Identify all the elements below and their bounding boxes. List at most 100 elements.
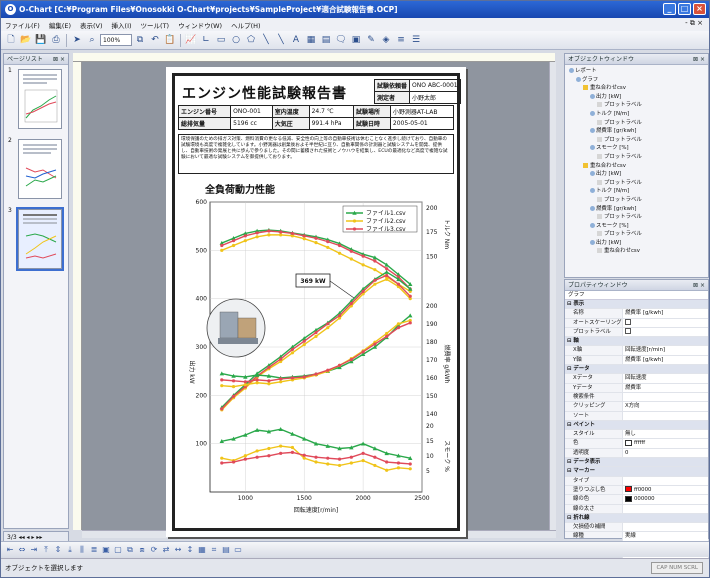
image-tool-icon[interactable]: ▦ <box>304 33 318 47</box>
menu-window[interactable]: ウィンドウ(W) <box>178 20 222 30</box>
report-page[interactable]: エンジン性能試験報告書 試験依頼番 ONO ABC-0001 測定者 小野太郎 エン… <box>166 67 466 537</box>
property-row[interactable]: スタイル 無し <box>565 430 708 440</box>
menu-help[interactable]: ヘルプ(H) <box>231 20 260 30</box>
group-icon[interactable]: ▣ <box>101 545 111 555</box>
line-color-icon[interactable]: ✎ <box>364 33 378 47</box>
tree-item[interactable]: レポート <box>567 67 708 76</box>
diagonal-line-icon[interactable]: ╲ <box>259 33 273 47</box>
property-value[interactable] <box>623 504 708 513</box>
property-category[interactable]: ⊟ 軸 <box>565 337 708 347</box>
zoom-icon[interactable]: ⌕ <box>85 33 99 47</box>
distribute-horizontal-icon[interactable]: ⫼ <box>77 545 87 555</box>
tree-item[interactable]: プロットラベル <box>567 230 708 239</box>
table-tool-icon[interactable]: ▤ <box>319 33 333 47</box>
property-category[interactable]: ⊟ 折れ線 <box>565 513 708 524</box>
maximize-button[interactable]: □ <box>678 3 691 15</box>
property-row[interactable]: X軸 回転速度[r/min] <box>565 346 708 356</box>
frame-icon[interactable]: ▭ <box>233 545 243 555</box>
flip-icon[interactable]: ⇄ <box>161 545 171 555</box>
property-value[interactable]: X方向 <box>623 402 708 411</box>
property-row[interactable]: 欠損値の補間 <box>565 523 708 533</box>
polygon-tool-icon[interactable]: ⬠ <box>244 33 258 47</box>
tree-item[interactable]: プロットラベル <box>567 213 708 222</box>
tree-item[interactable]: プロットラベル <box>567 101 708 110</box>
property-value[interactable] <box>623 476 708 485</box>
align-bottom-icon[interactable]: ⤓ <box>65 545 75 555</box>
undo-icon[interactable]: ↶ <box>148 33 162 47</box>
tree-item[interactable]: グラフ <box>567 76 708 85</box>
property-row[interactable]: Xデータ 回転速度 <box>565 374 708 384</box>
tree-item[interactable]: 燃費率 [gr/kwh] <box>567 205 708 214</box>
property-value[interactable]: 000000 <box>623 495 708 504</box>
tree-item[interactable]: トルク [N/m] <box>567 187 708 196</box>
property-value[interactable]: 燃費率 [g/kwh] <box>623 309 708 318</box>
paste-icon[interactable]: 📋 <box>163 33 177 47</box>
tree-item[interactable]: トルク [N/m] <box>567 110 708 119</box>
property-row[interactable]: Y軸 燃費率 [g/kwh] <box>565 355 708 366</box>
property-value[interactable] <box>623 318 708 327</box>
same-width-icon[interactable]: ↔ <box>173 545 183 555</box>
align-right-icon[interactable]: ⇥ <box>29 545 39 555</box>
tree-item[interactable]: プロットラベル <box>567 119 708 128</box>
distribute-vertical-icon[interactable]: ≣ <box>89 545 99 555</box>
property-row[interactable]: タイプ <box>565 476 708 486</box>
same-height-icon[interactable]: ↕ <box>185 545 195 555</box>
checkbox[interactable] <box>625 319 631 326</box>
vertical-scrollbar[interactable] <box>549 62 556 530</box>
fill-color-icon[interactable]: ◈ <box>379 33 393 47</box>
page-thumbnail[interactable] <box>18 139 62 199</box>
ungroup-icon[interactable]: ▢ <box>113 545 123 555</box>
align-center-icon[interactable]: ⇔ <box>17 545 27 555</box>
property-value[interactable]: 回転速度 <box>623 374 708 383</box>
copy-icon[interactable]: ⧉ <box>133 33 147 47</box>
property-value[interactable]: 0 <box>623 448 708 458</box>
property-row[interactable]: 透明度 0 <box>565 448 708 459</box>
zoom-select[interactable]: 100% <box>100 34 132 46</box>
property-value[interactable]: 燃費率 <box>623 383 708 392</box>
property-category[interactable]: ⊟ ペイント <box>565 420 708 431</box>
checkbox[interactable] <box>625 328 631 335</box>
tree-item[interactable]: プロットラベル <box>567 136 708 145</box>
text-tool-icon[interactable]: A <box>289 33 303 47</box>
table-icon[interactable]: ▤ <box>221 545 231 555</box>
ellipse-tool-icon[interactable]: ○ <box>229 33 243 47</box>
tree-item[interactable]: プロットラベル <box>567 153 708 162</box>
menu-edit[interactable]: 編集(E) <box>49 20 71 30</box>
mdi-window-controls[interactable]: - ⧉ × <box>685 19 703 28</box>
new-file-icon[interactable]: 🗋 <box>4 33 18 47</box>
align-middle-icon[interactable]: ⇕ <box>53 545 63 555</box>
rectangle-tool-icon[interactable]: ▭ <box>214 33 228 47</box>
menu-tools[interactable]: ツール(T) <box>141 20 170 30</box>
arrow-line-icon[interactable]: ╲ <box>274 33 288 47</box>
property-row[interactable]: プロットラベル <box>565 327 708 338</box>
tree-item[interactable]: 出力 [kW] <box>567 239 708 248</box>
nav-arrows-icon[interactable]: ◂◂ ◂ ▸ ▸▸ <box>19 534 43 541</box>
snap-icon[interactable]: ⌗ <box>209 545 219 555</box>
tree-item[interactable]: プロットラベル <box>567 179 708 188</box>
close-icon[interactable]: ⊠ × <box>693 280 705 291</box>
property-value[interactable]: 回転速度[r/min] <box>623 346 708 355</box>
tree-item[interactable]: プロットラベル <box>567 196 708 205</box>
property-value[interactable] <box>623 411 708 420</box>
property-value[interactable]: 無し <box>623 430 708 439</box>
align-left-icon[interactable]: ⇤ <box>5 545 15 555</box>
property-value[interactable] <box>623 523 708 532</box>
property-row[interactable]: ソート <box>565 411 708 421</box>
minimize-button[interactable]: _ <box>663 3 676 15</box>
tree-item[interactable]: スモーク [%] <box>567 144 708 153</box>
property-value[interactable]: ff0000 <box>623 485 708 495</box>
close-button[interactable]: × <box>693 3 706 15</box>
open-folder-icon[interactable]: 📂 <box>19 33 33 47</box>
property-row[interactable]: 線の太さ <box>565 504 708 514</box>
align-top-icon[interactable]: ⤒ <box>41 545 51 555</box>
tree-item[interactable]: 出力 [kW] <box>567 170 708 179</box>
line-width-icon[interactable]: ☰ <box>409 33 423 47</box>
tree-item[interactable]: 重ね合わせcsv <box>567 84 708 93</box>
property-category[interactable]: ⊟ マーカー <box>565 467 708 477</box>
tree-item[interactable]: 燃費率 [gr/kwh] <box>567 127 708 136</box>
property-row[interactable]: 塗りつぶし色 ff0000 <box>565 485 708 496</box>
menu-insert[interactable]: 挿入(I) <box>112 20 132 30</box>
property-category[interactable]: ⊟ 表示 <box>565 300 708 310</box>
pointer-icon[interactable]: ➤ <box>70 33 84 47</box>
line-tool-icon[interactable]: ∟ <box>199 33 213 47</box>
